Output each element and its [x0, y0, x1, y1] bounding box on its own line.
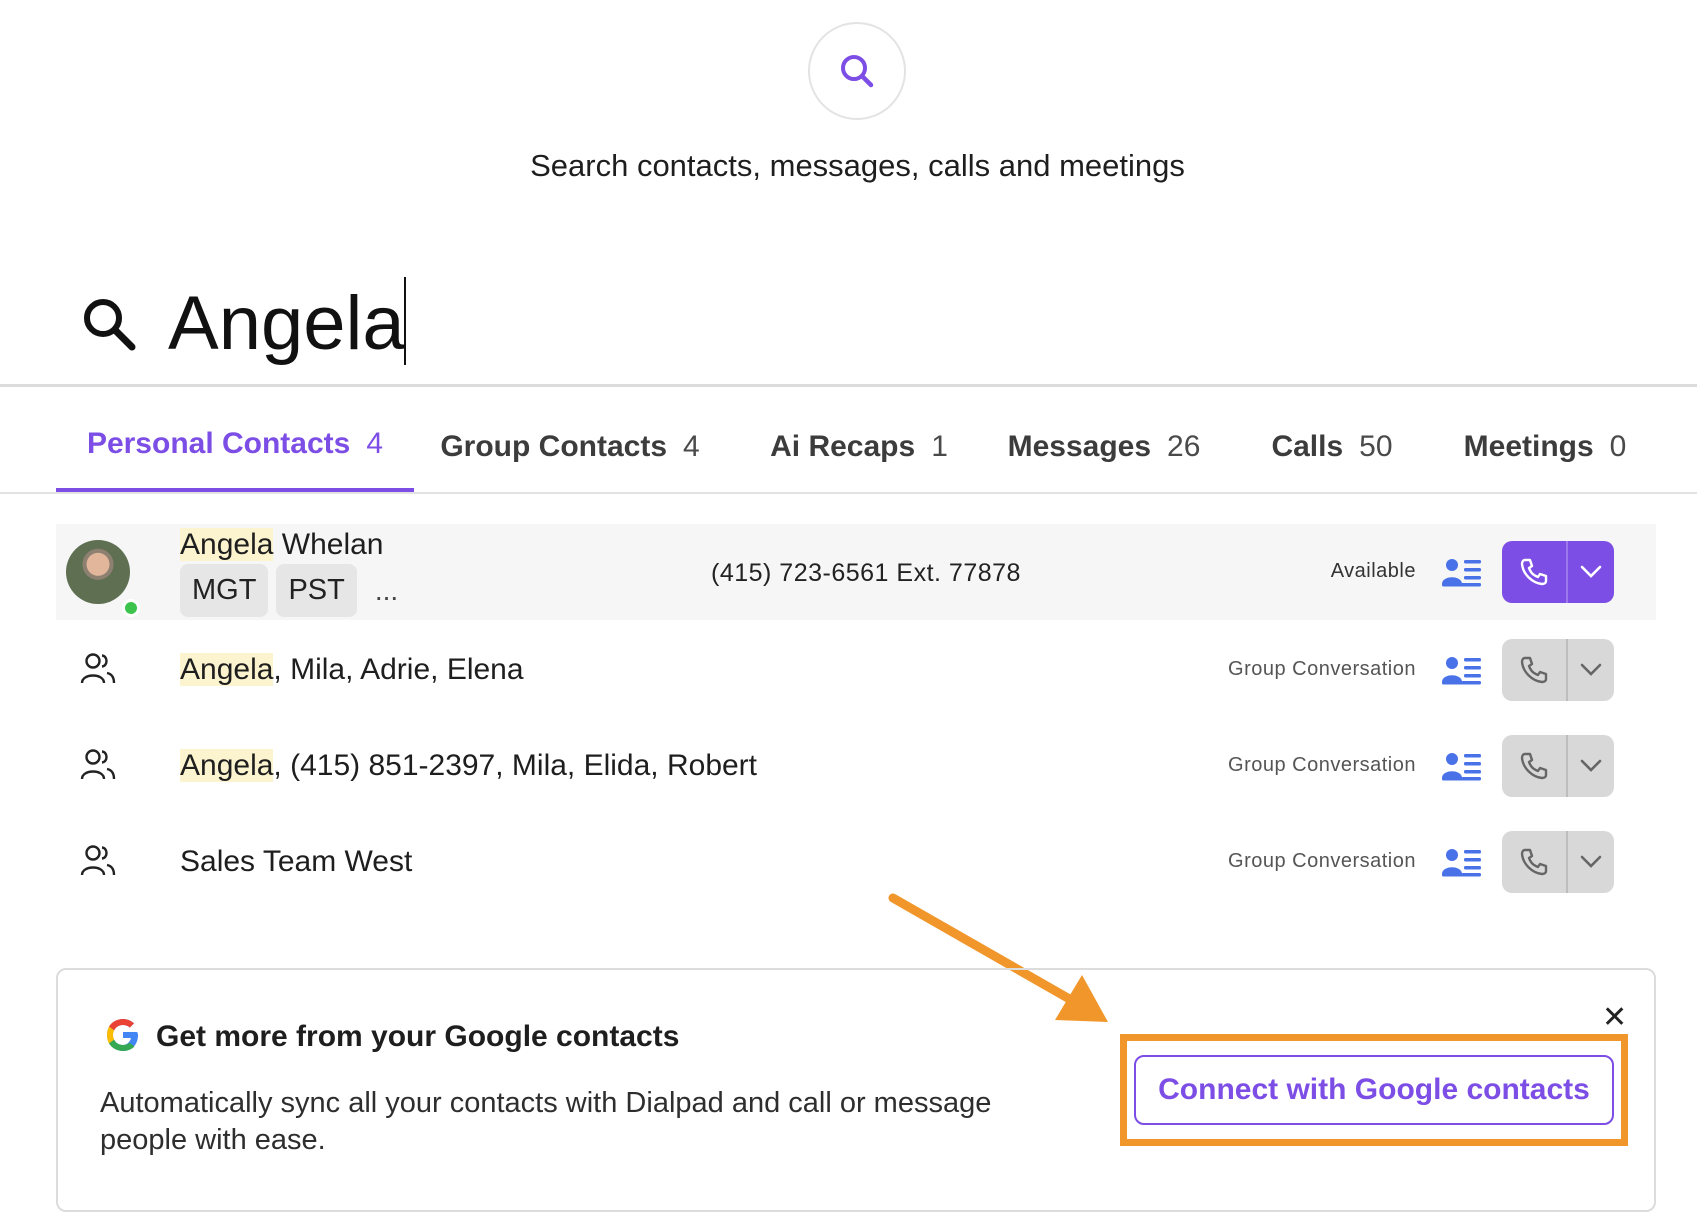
contact-name: Angela Whelan: [180, 528, 383, 562]
contact-name-rest: Whelan: [273, 528, 384, 561]
tab-count: 1: [931, 429, 948, 463]
group-name-rest: , Mila, Adrie, Elena: [273, 653, 524, 686]
tab-personal-contacts[interactable]: Personal Contacts 4: [56, 400, 414, 493]
avatar: [66, 540, 140, 617]
group-icon: [80, 653, 116, 684]
tab-count: 4: [366, 427, 384, 460]
text-caret: [404, 277, 406, 365]
group-name: Angela, (415) 851-2397, Mila, Elida, Rob…: [180, 749, 757, 783]
search-input[interactable]: [168, 275, 1068, 371]
match-highlight: Angela: [180, 653, 274, 686]
status-text: Group Conversation: [1228, 850, 1416, 872]
call-options-dropdown[interactable]: [1566, 639, 1614, 701]
search-hero-icon-circle: [808, 22, 906, 120]
contact-row[interactable]: Angela Whelan MGT PST ... (415) 723-6561…: [56, 524, 1656, 620]
search-icon: [841, 55, 874, 88]
tab-calls[interactable]: Calls 50: [1242, 400, 1422, 493]
group-icon: [80, 749, 116, 780]
match-highlight: Angela: [180, 749, 274, 782]
chevron-down-icon: [1580, 759, 1602, 772]
call-button-group: [1502, 541, 1614, 603]
group-name: Angela, Mila, Adrie, Elena: [180, 653, 524, 687]
status-text: Group Conversation: [1228, 754, 1416, 776]
tag-badge: PST: [276, 564, 357, 617]
contact-card-icon[interactable]: [1442, 654, 1482, 686]
tab-label: Group Contacts: [440, 429, 667, 463]
group-row[interactable]: Angela, Mila, Adrie, Elena Group Convers…: [56, 622, 1656, 718]
group-icon: [80, 845, 116, 876]
close-icon[interactable]: ✕: [1602, 1000, 1627, 1035]
tag-badge: MGT: [180, 564, 269, 617]
tab-label: Ai Recaps: [770, 429, 916, 463]
search-bar: [0, 255, 1697, 387]
tab-group-contacts[interactable]: Group Contacts 4: [420, 400, 720, 493]
phone-icon: [1520, 848, 1548, 876]
contact-card-icon[interactable]: [1442, 750, 1482, 782]
tab-count: 26: [1167, 429, 1201, 463]
contact-card-icon[interactable]: [1442, 556, 1482, 588]
tab-count: 0: [1609, 429, 1627, 463]
call-button-group: [1502, 735, 1614, 797]
call-options-dropdown[interactable]: [1566, 541, 1614, 603]
contact-card-icon[interactable]: [1442, 846, 1482, 878]
tab-label: Messages: [1007, 429, 1152, 463]
call-button-group: [1502, 831, 1614, 893]
tab-label: Personal Contacts: [86, 427, 351, 460]
group-name-rest: Sales Team West: [180, 845, 413, 878]
results-tabs: Personal Contacts 4 Group Contacts 4 Ai Re…: [56, 400, 1656, 493]
tab-meetings[interactable]: Meetings 0: [1434, 400, 1656, 493]
match-highlight: Angela: [180, 528, 274, 561]
call-options-dropdown[interactable]: [1566, 831, 1614, 893]
presence-indicator: [122, 599, 140, 617]
group-row[interactable]: Angela, (415) 851-2397, Mila, Elida, Rob…: [56, 718, 1656, 814]
group-name-rest: , (415) 851-2397, Mila, Elida, Robert: [273, 749, 758, 782]
phone-icon: [1520, 656, 1548, 684]
tab-messages[interactable]: Messages 26: [984, 400, 1224, 493]
hero-caption: Search contacts, messages, calls and mee…: [530, 148, 1185, 183]
tab-label: Calls: [1271, 429, 1344, 463]
tabs-divider: [0, 492, 1697, 494]
group-name: Sales Team West: [180, 845, 412, 879]
status-text: Group Conversation: [1228, 658, 1416, 680]
tab-label: Meetings: [1463, 429, 1594, 463]
call-button[interactable]: [1502, 831, 1566, 893]
search-hero: Search contacts, messages, calls and mee…: [0, 0, 1697, 200]
phone-icon: [1520, 752, 1548, 780]
call-options-dropdown[interactable]: [1566, 735, 1614, 797]
tab-count: 50: [1359, 429, 1393, 463]
chevron-down-icon: [1580, 565, 1602, 578]
phone-icon: [1520, 558, 1548, 586]
contact-tags: MGT PST ...: [180, 564, 398, 617]
google-icon: [107, 1019, 138, 1051]
tab-ai-recaps[interactable]: Ai Recaps 1: [749, 400, 969, 493]
tab-count: 4: [683, 429, 700, 463]
promo-title: Get more from your Google contacts: [156, 1020, 680, 1053]
phone-number: (415) 723-6561 Ext. 77878: [711, 559, 1021, 587]
chevron-down-icon: [1580, 855, 1602, 868]
call-button[interactable]: [1502, 639, 1566, 701]
call-button[interactable]: [1502, 541, 1566, 603]
search-icon: [84, 299, 136, 351]
more-tags[interactable]: ...: [375, 575, 398, 607]
chevron-down-icon: [1580, 663, 1602, 676]
group-row[interactable]: Sales Team West Group Conversation: [56, 814, 1656, 910]
connect-google-contacts-button[interactable]: Connect with Google contacts: [1134, 1055, 1614, 1125]
call-button[interactable]: [1502, 735, 1566, 797]
call-button-group: [1502, 639, 1614, 701]
status-text: Available: [1330, 560, 1416, 582]
promo-description: Automatically sync all your contacts wit…: [100, 1087, 992, 1156]
